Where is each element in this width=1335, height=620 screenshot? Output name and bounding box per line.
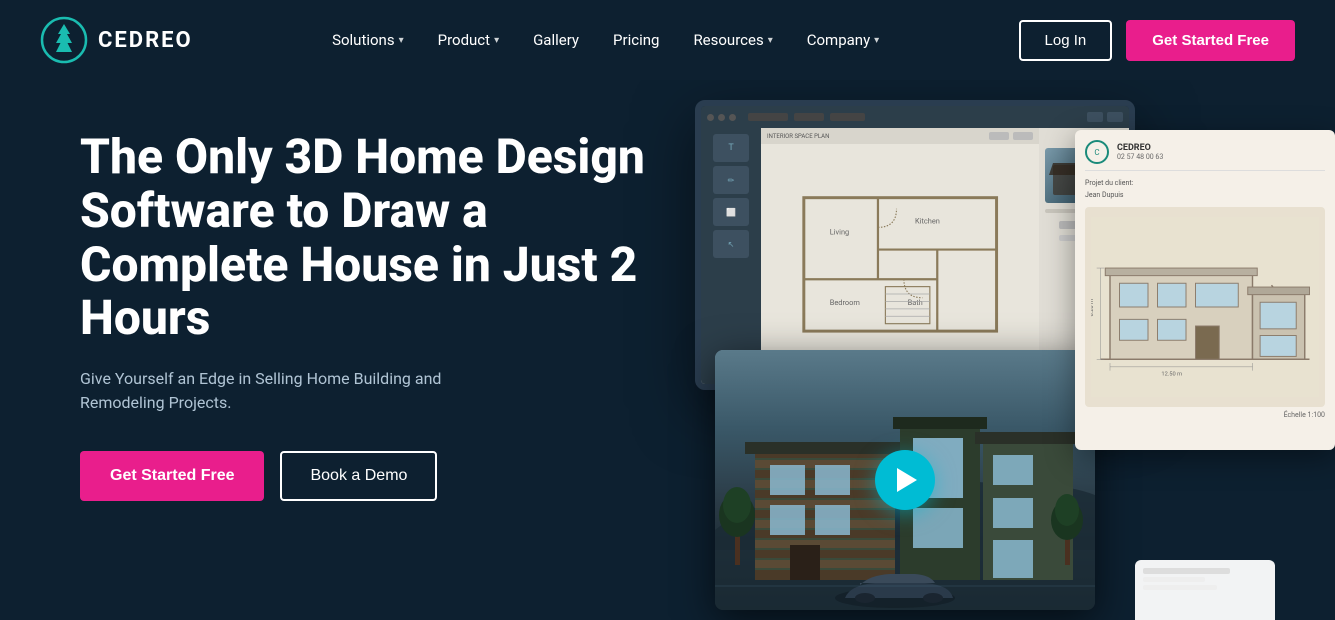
svg-text:Living: Living (830, 227, 849, 236)
floorplan-svg: Living Kitchen Bedroom Bath (789, 162, 1011, 367)
main-3d-render (715, 350, 1095, 610)
nav-resources[interactable]: Resources ▾ (679, 23, 786, 57)
svg-text:Bedroom: Bedroom (830, 298, 860, 307)
laptop-topbar (701, 106, 1129, 128)
logo-icon (40, 16, 88, 64)
login-button[interactable]: Log In (1019, 20, 1113, 61)
book-demo-button[interactable]: Book a Demo (280, 451, 437, 501)
nav-product[interactable]: Product ▾ (424, 23, 513, 57)
chevron-down-icon: ▾ (768, 35, 773, 46)
nav-pricing[interactable]: Pricing (599, 23, 673, 57)
tool-select: ↖ (713, 230, 749, 258)
company-name-small: CEDREO (1117, 143, 1163, 153)
cedreo-logo-small: C (1085, 140, 1109, 164)
chevron-down-icon: ▾ (399, 35, 404, 46)
chevron-down-icon: ▾ (874, 35, 879, 46)
chevron-down-icon: ▾ (494, 35, 499, 46)
hero-content: The Only 3D Home Design Software to Draw… (80, 110, 660, 501)
hero-section: The Only 3D Home Design Software to Draw… (0, 80, 1335, 603)
hero-subtitle: Give Yourself an Edge in Selling Home Bu… (80, 367, 520, 415)
tool-text: T (713, 134, 749, 162)
brand-name: CEDREO (98, 28, 193, 53)
tool-shape: ⬜ (713, 198, 749, 226)
floorplan-area: INTERIOR SPACE PLAN (761, 128, 1039, 384)
get-started-hero-button[interactable]: Get Started Free (80, 451, 264, 501)
app-sidebar: T ✏ ⬜ ↖ (701, 128, 761, 384)
logo[interactable]: CEDREO (40, 16, 193, 64)
blueprint-header: C CEDREO 02 57 48 00 63 (1085, 140, 1325, 171)
header: CEDREO Solutions ▾ Product ▾ Gallery Pri… (0, 0, 1335, 80)
hero-buttons: Get Started Free Book a Demo (80, 451, 660, 501)
svg-text:Bath: Bath (907, 298, 922, 307)
main-nav: Solutions ▾ Product ▾ Gallery Pricing Re… (318, 23, 893, 57)
elevation-svg: 6.20 m 12.50 m (1091, 212, 1319, 402)
bottom-card (1135, 560, 1275, 620)
svg-text:Kitchen: Kitchen (915, 216, 940, 225)
play-icon (897, 468, 917, 492)
svg-text:6.20 m: 6.20 m (1091, 299, 1095, 317)
phone-number: 02 57 48 00 63 (1117, 153, 1163, 161)
nav-gallery[interactable]: Gallery (519, 23, 593, 57)
nav-solutions[interactable]: Solutions ▾ (318, 23, 418, 57)
header-actions: Log In Get Started Free (1019, 20, 1295, 61)
nav-company[interactable]: Company ▾ (793, 23, 893, 57)
hero-title: The Only 3D Home Design Software to Draw… (80, 130, 660, 345)
get-started-header-button[interactable]: Get Started Free (1126, 20, 1295, 61)
laptop-mockup: T ✏ ⬜ ↖ INTERIOR SPACE PLAN (695, 100, 1135, 390)
play-button[interactable] (875, 450, 935, 510)
hero-visual: T ✏ ⬜ ↖ INTERIOR SPACE PLAN (655, 90, 1335, 610)
svg-text:12.50 m: 12.50 m (1161, 371, 1182, 377)
elevation-drawing: 6.20 m 12.50 m (1085, 207, 1325, 407)
blueprint-overlay: C CEDREO 02 57 48 00 63 Projet du client… (1075, 130, 1335, 450)
tool-draw: ✏ (713, 166, 749, 194)
